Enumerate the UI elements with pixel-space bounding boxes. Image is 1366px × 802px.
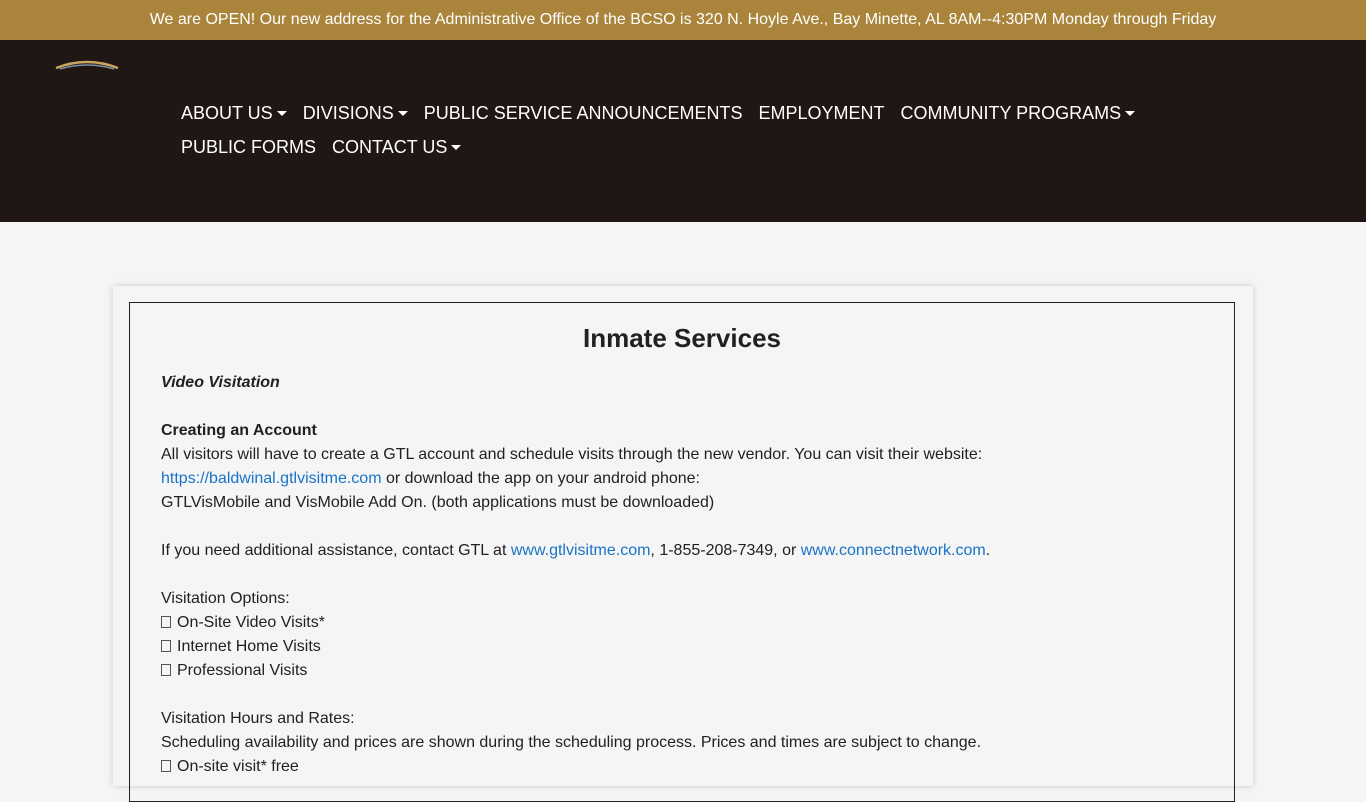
content-card: Inmate Services Video Visitation Creatin… xyxy=(113,286,1253,802)
creating-account-heading: Creating an Account xyxy=(161,422,317,439)
content-frame: Inmate Services Video Visitation Creatin… xyxy=(129,302,1235,802)
announcement-bar: We are OPEN! Our new address for the Adm… xyxy=(0,0,1366,40)
site-header: ABOUT US DIVISIONS PUBLIC SERVICE ANNOUN… xyxy=(0,40,1366,222)
chevron-down-icon xyxy=(1125,110,1136,116)
assist-line: If you need additional assistance, conta… xyxy=(161,539,1203,563)
options-heading: Visitation Options: xyxy=(161,590,290,607)
page-content: Inmate Services Video Visitation Creatin… xyxy=(130,303,1234,779)
apps-text: GTLVisMobile and VisMobile Add On. (both… xyxy=(161,494,715,511)
video-visitation-heading: Video Visitation xyxy=(161,374,280,391)
nav-public-forms[interactable]: PUBLIC FORMS xyxy=(173,130,324,164)
site-logo[interactable] xyxy=(54,60,120,70)
option-item: Professional Visits xyxy=(161,659,1203,683)
gtl-website-link[interactable]: https://baldwinal.gtlvisitme.com xyxy=(161,470,382,487)
option-label: Professional Visits xyxy=(177,662,308,679)
nav-forms-label: PUBLIC FORMS xyxy=(181,137,317,157)
nav-psa-label: PUBLIC SERVICE ANNOUNCEMENTS xyxy=(423,103,743,123)
connectnetwork-link[interactable]: www.connectnetwork.com xyxy=(801,542,986,559)
assist-end: . xyxy=(985,542,991,559)
option-item: Internet Home Visits xyxy=(161,635,1203,659)
checkbox-glyph-icon xyxy=(161,760,171,772)
download-text: or download the app on your android phon… xyxy=(381,470,700,487)
nav-community-programs[interactable]: COMMUNITY PROGRAMS xyxy=(893,96,1144,130)
account-text: All visitors will have to create a GTL a… xyxy=(161,446,983,463)
nav-contact-us[interactable]: CONTACT US xyxy=(324,130,469,164)
assist-phone: , 1-855-208-7349, or xyxy=(650,542,801,559)
website-line: https://baldwinal.gtlvisitme.com or down… xyxy=(161,467,1203,491)
nav-about-label: ABOUT US xyxy=(181,103,273,123)
nav-employment-label: EMPLOYMENT xyxy=(758,103,885,123)
page-title: Inmate Services xyxy=(582,323,781,353)
checkbox-glyph-icon xyxy=(161,616,171,628)
main-nav: ABOUT US DIVISIONS PUBLIC SERVICE ANNOUN… xyxy=(173,96,1293,164)
onsite-free-label: On-site visit* free xyxy=(177,758,299,775)
chevron-down-icon xyxy=(451,144,462,150)
checkbox-glyph-icon xyxy=(161,664,171,676)
nav-psa[interactable]: PUBLIC SERVICE ANNOUNCEMENTS xyxy=(416,96,751,130)
nav-divisions[interactable]: DIVISIONS xyxy=(295,96,416,130)
option-item: On-site visit* free xyxy=(161,755,1203,779)
logo-arc-icon xyxy=(55,60,119,70)
nav-divisions-label: DIVISIONS xyxy=(302,103,394,123)
gtlvisitme-link[interactable]: www.gtlvisitme.com xyxy=(511,542,651,559)
chevron-down-icon xyxy=(397,110,408,116)
nav-about-us[interactable]: ABOUT US xyxy=(173,96,295,130)
option-item: On-Site Video Visits* xyxy=(161,611,1203,635)
option-label: On-Site Video Visits* xyxy=(177,614,325,631)
nav-community-label: COMMUNITY PROGRAMS xyxy=(900,103,1122,123)
nav-contact-label: CONTACT US xyxy=(332,137,448,157)
checkbox-glyph-icon xyxy=(161,640,171,652)
announcement-text: We are OPEN! Our new address for the Adm… xyxy=(149,11,1217,28)
option-label: Internet Home Visits xyxy=(177,638,321,655)
assist-text: If you need additional assistance, conta… xyxy=(161,542,511,559)
nav-employment[interactable]: EMPLOYMENT xyxy=(750,96,892,130)
hours-text: Scheduling availability and prices are s… xyxy=(161,734,982,751)
chevron-down-icon xyxy=(276,110,287,116)
hours-heading: Visitation Hours and Rates: xyxy=(161,710,355,727)
